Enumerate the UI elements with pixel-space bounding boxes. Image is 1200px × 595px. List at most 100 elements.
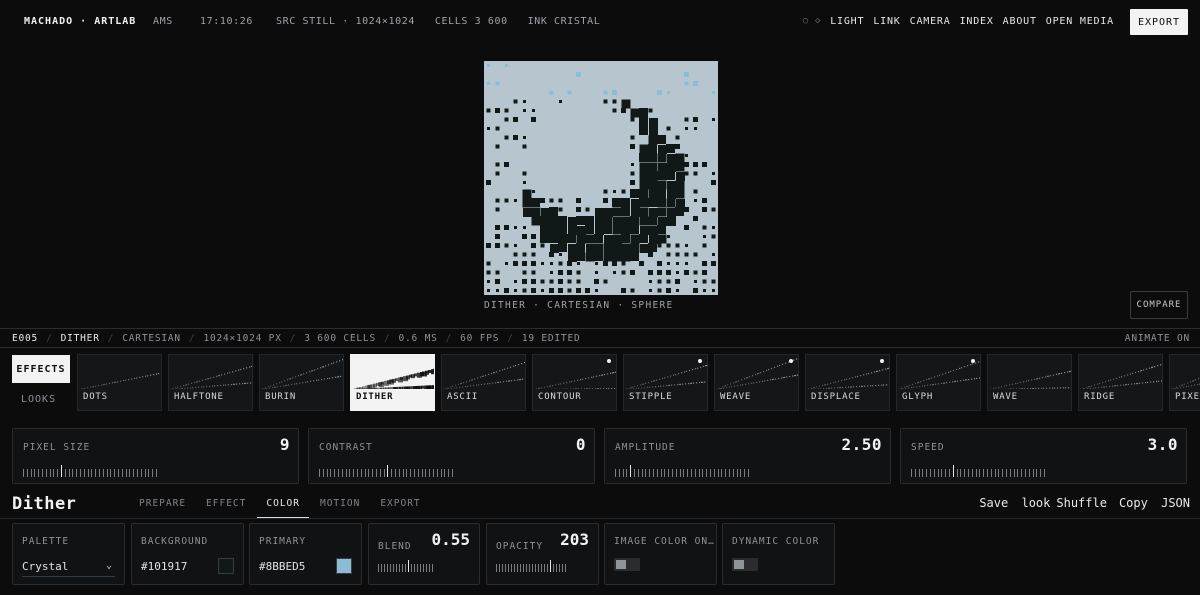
slider-tick (499, 564, 500, 572)
dither-cell (585, 288, 590, 293)
brand-logo[interactable]: MACHADO · ARTLAB (24, 16, 136, 27)
slider-tick (634, 469, 635, 477)
effect-preview-art (443, 361, 525, 389)
effects-tab[interactable]: EFFECTS (12, 355, 70, 383)
param-speed[interactable]: SPEED 3.0 (900, 428, 1187, 484)
effect-thumb-dither[interactable]: DITHER (350, 354, 435, 411)
dither-cell (630, 243, 640, 253)
slider-tick (414, 564, 415, 572)
slider-tick (405, 564, 406, 572)
dither-cell (603, 279, 608, 284)
dither-cell (702, 207, 707, 212)
dither-cell (693, 189, 698, 194)
dither-cell (648, 243, 657, 252)
shuffle-button[interactable]: Shuffle (1056, 496, 1107, 510)
slider-tick (1044, 469, 1045, 477)
dither-cell (630, 144, 635, 149)
animate-toggle[interactable]: ANIMATE ON (1125, 333, 1190, 344)
dither-cell (648, 108, 653, 113)
tab-color[interactable]: COLOR (257, 498, 309, 519)
slider-tick (353, 469, 355, 477)
looks-tab[interactable]: LOOKS (21, 394, 56, 405)
tab-prepare[interactable]: PREPARE (139, 498, 186, 519)
param-amplitude[interactable]: AMPLITUDE 2.50 (604, 428, 891, 484)
slider-tick (721, 469, 723, 477)
toggle-knob (616, 560, 626, 569)
dither-cell (630, 180, 635, 185)
dither-cell (702, 198, 707, 203)
dither-cell (595, 226, 604, 235)
image-color-toggle-box[interactable]: IMAGE COLOR ON… (604, 523, 717, 585)
slider-tick (538, 564, 539, 572)
dither-cell (666, 243, 671, 248)
slider-tick (102, 469, 104, 477)
tab-motion[interactable]: MOTION (320, 498, 360, 519)
dynamic-color-toggle[interactable] (732, 558, 758, 571)
effect-thumb-ridge[interactable]: RIDGE (1078, 354, 1163, 411)
copy-json-button[interactable]: Copy JSON (1113, 496, 1190, 510)
save-look-button[interactable]: Save look (973, 496, 1050, 510)
dither-cell (639, 216, 649, 226)
nav-open-media[interactable]: OPEN MEDIA (1046, 16, 1114, 27)
dither-cell (523, 136, 526, 139)
slider-tick (933, 469, 935, 477)
nav-camera[interactable]: CAMERA (910, 16, 951, 27)
dither-cell (712, 172, 715, 175)
tab-export[interactable]: EXPORT (380, 498, 420, 519)
slider-tick (649, 469, 651, 477)
background-swatch[interactable] (218, 558, 234, 574)
dither-cell (613, 271, 616, 274)
palette-select[interactable]: PALETTE Crystal ⌄ (12, 523, 125, 585)
effect-thumb-pixel[interactable]: PIXEL (1169, 354, 1200, 411)
effect-thumb-burin[interactable]: BURIN (259, 354, 344, 411)
param-pixel-size[interactable]: PIXEL SIZE 9 (12, 428, 299, 484)
dither-cell (612, 99, 617, 104)
dynamic-color-toggle-box[interactable]: DYNAMIC COLOR (722, 523, 835, 585)
param-value: 0 (575, 435, 586, 454)
nav-index[interactable]: INDEX (960, 16, 994, 27)
effect-preview-art (898, 361, 980, 389)
opacity-slider[interactable]: OPACITY 203 (486, 523, 599, 585)
diamond-icon[interactable]: ◇ (815, 16, 821, 27)
dither-cell (531, 207, 541, 217)
dither-cell (532, 109, 535, 112)
nav-about[interactable]: ABOUT (1003, 16, 1037, 27)
export-button[interactable]: EXPORT (1130, 9, 1188, 35)
primary-color-field[interactable]: PRIMARY #8BBED5 (249, 523, 362, 585)
effect-thumb-glyph[interactable]: GLYPH (896, 354, 981, 411)
effect-thumb-ascii[interactable]: ASCII (441, 354, 526, 411)
effect-thumb-wave[interactable]: WAVE (987, 354, 1072, 411)
param-contrast[interactable]: CONTRAST 0 (308, 428, 595, 484)
slider-tick (390, 564, 391, 572)
dither-cell (532, 190, 535, 193)
nav-link[interactable]: LINK (873, 16, 900, 27)
dither-cell (675, 279, 680, 284)
dither-cell (487, 64, 490, 67)
image-color-toggle[interactable] (614, 558, 640, 571)
effect-thumb-contour[interactable]: CONTOUR (532, 354, 617, 411)
effect-thumb-weave[interactable]: WEAVE (714, 354, 799, 411)
primary-swatch[interactable] (336, 558, 352, 574)
divider (0, 518, 1200, 519)
slider-tick (641, 469, 643, 477)
dither-cell (549, 198, 554, 203)
effect-thumb-halftone[interactable]: HALFTONE (168, 354, 253, 411)
dither-cell (505, 64, 508, 67)
effect-thumb-dots[interactable]: DOTS (77, 354, 162, 411)
effect-thumb-stipple[interactable]: STIPPLE (623, 354, 708, 411)
dither-cell (711, 207, 716, 212)
dither-cell (702, 243, 707, 248)
nav-light[interactable]: LIGHT (830, 16, 864, 27)
blend-slider[interactable]: BLEND 0.55 (368, 523, 480, 585)
effect-preview-art (716, 358, 798, 389)
dither-cell (531, 198, 540, 207)
effect-thumb-displace[interactable]: DISPLACE (805, 354, 890, 411)
compare-button[interactable]: COMPARE (1130, 291, 1188, 319)
dither-cell (595, 208, 604, 217)
slider-tick (391, 469, 393, 477)
slider-tick (368, 469, 370, 477)
background-color-field[interactable]: BACKGROUND #101917 (131, 523, 244, 585)
dither-cell (648, 180, 658, 190)
circle-icon[interactable]: ○ (803, 16, 809, 27)
tab-effect[interactable]: EFFECT (206, 498, 246, 519)
